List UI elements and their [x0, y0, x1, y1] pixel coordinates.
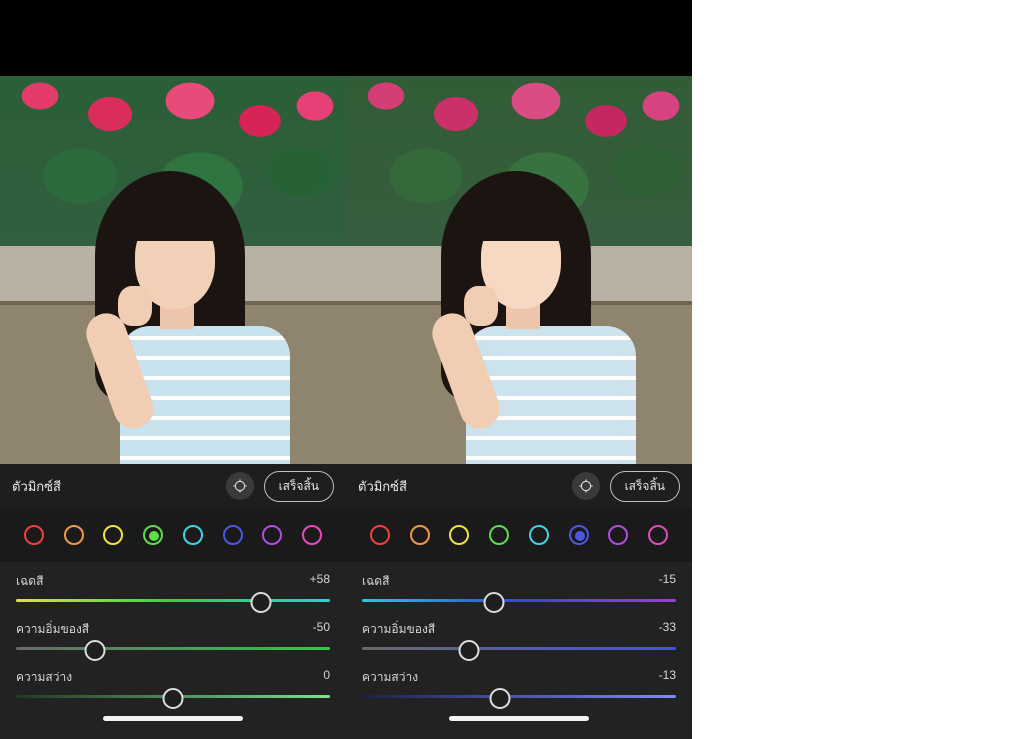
color-swatch-1[interactable]	[410, 525, 430, 545]
status-area	[346, 0, 692, 76]
slider-label: เฉดสี	[362, 572, 389, 591]
slider-label: เฉดสี	[16, 572, 43, 591]
slider-1: ความอิ่มของสี -50	[16, 620, 330, 650]
slider-knob[interactable]	[490, 688, 511, 709]
slider-label: ความสว่าง	[16, 668, 72, 687]
slider-1: ความอิ่มของสี -33	[362, 620, 676, 650]
slider-label: ความสว่าง	[362, 668, 418, 687]
slider-value: -33	[659, 620, 676, 639]
slider-2: ความสว่าง -13	[362, 668, 676, 698]
slider-track[interactable]	[362, 695, 676, 698]
slider-group: เฉดสี -15 ความอิ่มของสี -33 ความสว่าง -13	[346, 562, 692, 739]
target-adjust-icon[interactable]	[226, 472, 254, 500]
photo-layer-hand	[464, 286, 498, 326]
slider-label: ความอิ่มของสี	[16, 620, 89, 639]
color-swatch-5[interactable]	[569, 525, 589, 545]
color-swatch-3[interactable]	[143, 525, 163, 545]
slider-track[interactable]	[362, 647, 676, 650]
color-swatch-0[interactable]	[24, 525, 44, 545]
color-swatch-4[interactable]	[183, 525, 203, 545]
color-swatch-row	[346, 509, 692, 562]
color-swatch-2[interactable]	[449, 525, 469, 545]
done-button[interactable]: เสร็จสิ้น	[264, 471, 334, 502]
color-swatch-3[interactable]	[489, 525, 509, 545]
done-button[interactable]: เสร็จสิ้น	[610, 471, 680, 502]
slider-knob[interactable]	[483, 592, 504, 613]
mixer-toolbar: ตัวมิกซ์สี เสร็จสิ้น	[346, 464, 692, 509]
slider-label: ความอิ่มของสี	[362, 620, 435, 639]
color-swatch-row	[0, 509, 346, 562]
photo-preview[interactable]	[346, 76, 692, 464]
slider-track[interactable]	[16, 695, 330, 698]
color-swatch-7[interactable]	[302, 525, 322, 545]
slider-0: เฉดสี +58	[16, 572, 330, 602]
slider-knob[interactable]	[458, 640, 479, 661]
slider-track[interactable]	[362, 599, 676, 602]
photo-preview[interactable]	[0, 76, 346, 464]
slider-knob[interactable]	[163, 688, 184, 709]
color-swatch-6[interactable]	[608, 525, 628, 545]
target-adjust-icon[interactable]	[572, 472, 600, 500]
photo-layer-hand	[118, 286, 152, 326]
color-swatch-2[interactable]	[103, 525, 123, 545]
status-area	[0, 0, 346, 76]
color-swatch-5[interactable]	[223, 525, 243, 545]
panel-title: ตัวมิกซ์สี	[358, 476, 407, 497]
color-swatch-1[interactable]	[64, 525, 84, 545]
slider-group: เฉดสี +58 ความอิ่มของสี -50 ความสว่าง 0	[0, 562, 346, 739]
color-swatch-6[interactable]	[262, 525, 282, 545]
slider-0: เฉดสี -15	[362, 572, 676, 602]
slider-value: -50	[313, 620, 330, 639]
panel-title: ตัวมิกซ์สี	[12, 476, 61, 497]
color-swatch-4[interactable]	[529, 525, 549, 545]
slider-track[interactable]	[16, 647, 330, 650]
slider-track[interactable]	[16, 599, 330, 602]
color-swatch-7[interactable]	[648, 525, 668, 545]
slider-value: -15	[659, 572, 676, 591]
slider-value: 0	[323, 668, 330, 687]
slider-knob[interactable]	[250, 592, 271, 613]
mixer-toolbar: ตัวมิกซ์สี เสร็จสิ้น	[0, 464, 346, 509]
slider-value: +58	[310, 572, 330, 591]
color-swatch-0[interactable]	[370, 525, 390, 545]
slider-knob[interactable]	[84, 640, 105, 661]
slider-2: ความสว่าง 0	[16, 668, 330, 698]
slider-value: -13	[659, 668, 676, 687]
